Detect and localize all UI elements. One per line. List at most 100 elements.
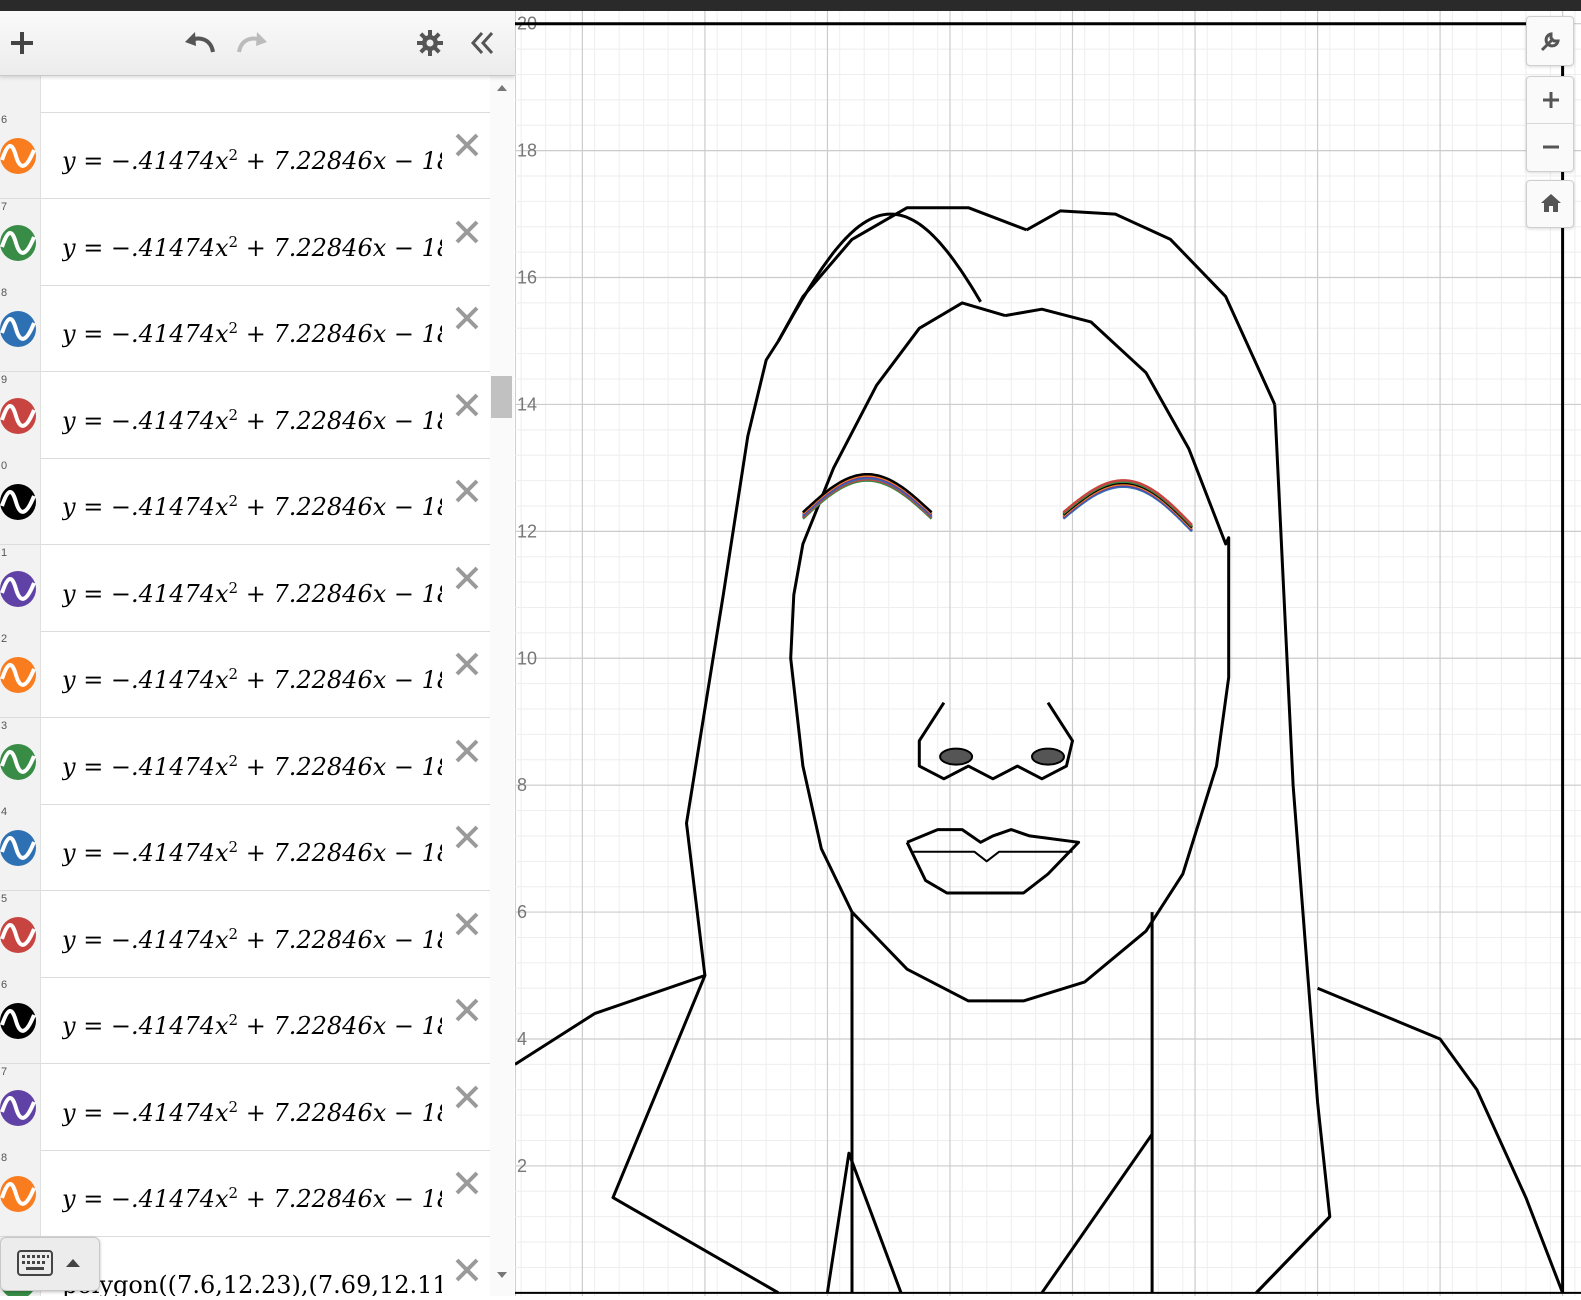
delete-expression-button[interactable] [452,303,482,333]
expression-latex[interactable]: y = −.41474x2 + 7.22846x − 18.7 [62,1184,442,1213]
expression-gutter[interactable]: 5 [0,890,41,977]
delete-expression-button[interactable] [452,390,482,420]
expression-row[interactable]: 7 y = −.41474x2 + 7.22846x − 18.7 [0,1063,490,1151]
graph-style-icon[interactable] [0,570,36,607]
delete-expression-button[interactable] [452,649,482,679]
graph-style-icon[interactable] [0,484,36,520]
delete-expression-button[interactable] [452,1255,482,1285]
expression-latex[interactable]: polygon((7.6,12.23),(7.69,12.11 [62,1271,442,1297]
undo-button[interactable] [182,25,218,61]
expression-latex[interactable]: y = −.41474x2 + 7.22846x − 18.8 [62,492,442,521]
expression-gutter[interactable]: 1 [0,544,41,631]
graph-style-icon[interactable] [0,1089,36,1126]
expression-latex[interactable]: y = −.41474x2 + 7.22846x − 18.8 [62,925,442,954]
graph-style-icon[interactable] [0,657,36,693]
expression-row[interactable]: 6 y = −.41474x2 + 7.22846x − 18.8 [0,112,490,199]
expression-row[interactable]: 7 y = −.41474x2 + 7.22846x − 18.8 [0,198,490,286]
delete-expression-button[interactable] [452,130,482,160]
delete-expression-button[interactable] [452,476,482,506]
expression-rest: + 7.22846x − 18.7 [245,1185,442,1213]
delete-expression-button[interactable] [452,1082,482,1112]
expression-exponent: 2 [228,146,239,164]
expression-row-partial[interactable] [0,76,490,113]
expression-latex[interactable]: y = −.41474x2 + 7.22846x − 18.8 [62,838,442,867]
add-expression-button[interactable] [4,25,40,61]
expression-latex[interactable]: y = −.41474x2 + 7.22846x − 18.7 [62,1011,442,1040]
graph-style-icon[interactable] [0,916,36,953]
expression-row[interactable]: 5 y = −.41474x2 + 7.22846x − 18.8 [0,890,490,978]
scroll-up-arrow-icon[interactable] [496,84,508,92]
graph-paper[interactable]: 4681012141618202018161412108642 [514,11,1581,1300]
delete-expression-button[interactable] [452,1168,482,1198]
graph-style-icon[interactable] [0,1003,36,1039]
zoom-out-button[interactable] [1527,124,1573,170]
scrollbar-thumb[interactable] [491,376,512,418]
graph-style-icon[interactable] [0,397,36,434]
expression-gutter[interactable]: 2 [0,631,41,717]
graph-style-icon[interactable] [0,311,36,347]
default-viewport-button[interactable] [1526,180,1574,228]
expression-row[interactable]: 1 y = −.41474x2 + 7.22846x − 18.8 [0,544,490,632]
expression-rest: + 7.22846x − 18.8 [245,493,442,521]
delete-expression-button[interactable] [452,736,482,766]
settings-button[interactable] [412,25,448,61]
redo-button[interactable] [234,25,270,61]
delete-expression-button[interactable] [452,909,482,939]
wave-icon [0,1003,36,1039]
gear-icon [417,30,443,56]
keyboard-toggle-button[interactable] [0,1237,100,1291]
graph-style-icon[interactable] [0,1176,36,1212]
delete-expression-button[interactable] [452,822,482,852]
expression-latex[interactable]: y = −.41474x2 + 7.22846x − 18.8 [62,146,442,175]
delete-expression-button[interactable] [452,563,482,593]
graph-style-icon[interactable] [0,743,36,780]
expression-latex[interactable]: y = −.41474x2 + 7.22846x − 18.8 [62,579,442,608]
graph-style-icon[interactable] [0,830,36,866]
expression-row[interactable]: 0 y = −.41474x2 + 7.22846x − 18.8 [0,458,490,545]
expression-row[interactable]: 9 y = −.41474x2 + 7.22846x − 18.8 [0,371,490,459]
wave-icon [0,484,36,520]
expression-gutter[interactable]: 7 [0,198,41,285]
expression-gutter[interactable]: 6 [0,977,41,1063]
delete-expression-button[interactable] [452,217,482,247]
expression-latex[interactable]: y = −.41474x2 + 7.22846x − 18.7 [62,1098,442,1127]
delete-expression-button[interactable] [452,995,482,1025]
expression-gutter[interactable]: 8 [0,1150,41,1236]
expression-latex[interactable]: y = −.41474x2 + 7.22846x − 18.8 [62,752,442,781]
expression-scrollbar[interactable] [490,76,514,1296]
expression-row[interactable]: 4 y = −.41474x2 + 7.22846x − 18.8 [0,804,490,891]
graph-style-icon[interactable] [0,224,36,261]
expression-gutter[interactable]: 4 [0,804,41,890]
wave-icon [0,743,36,780]
expression-exponent: 2 [228,232,239,251]
close-icon [455,739,479,762]
expression-latex[interactable]: y = −.41474x2 + 7.22846x − 18.8 [62,406,442,435]
expression-row[interactable]: 3 y = −.41474x2 + 7.22846x − 18.8 [0,717,490,805]
expression-exponent: 2 [228,1184,239,1202]
scroll-down-arrow-icon[interactable] [496,1271,508,1279]
expression-latex[interactable]: y = −.41474x2 + 7.22846x − 18.8 [62,233,442,262]
expression-latex[interactable]: y = −.41474x2 + 7.22846x − 18.8 [62,665,442,694]
expression-rest: + 7.22846x − 18.8 [245,925,442,954]
expression-row[interactable]: 8 y = −.41474x2 + 7.22846x − 18.7 [0,1150,490,1237]
graph-style-icon[interactable] [0,138,36,174]
expression-gutter[interactable]: 7 [0,1063,41,1150]
expression-gutter[interactable]: 3 [0,717,41,804]
expression-latex[interactable]: y = −.41474x2 + 7.22846x − 18.8 [62,319,442,348]
expression-row[interactable]: 6 y = −.41474x2 + 7.22846x − 18.7 [0,977,490,1064]
graph-canvas[interactable]: 4681012141618202018161412108642 [514,11,1581,1300]
expression-gutter[interactable]: 8 [0,285,41,371]
expression-exponent: 2 [228,665,239,683]
expression-row[interactable]: 2y = −.41474x2 + 7.22846x − 18.8 [0,631,490,718]
wave-icon [0,830,36,866]
expression-gutter[interactable]: 6 [0,112,41,198]
expression-gutter[interactable]: 0 [0,458,41,544]
expression-gutter[interactable]: 9 [0,371,41,458]
zoom-in-button[interactable] [1527,77,1573,124]
expression-lhs: y = −.41474x [62,1012,229,1040]
right-nostril [1031,747,1065,766]
wave-icon [0,311,36,347]
graph-settings-button[interactable] [1526,16,1574,66]
collapse-panel-button[interactable] [464,25,500,61]
expression-row[interactable]: 8 y = −.41474x2 + 7.22846x − 18.8 [0,285,490,372]
